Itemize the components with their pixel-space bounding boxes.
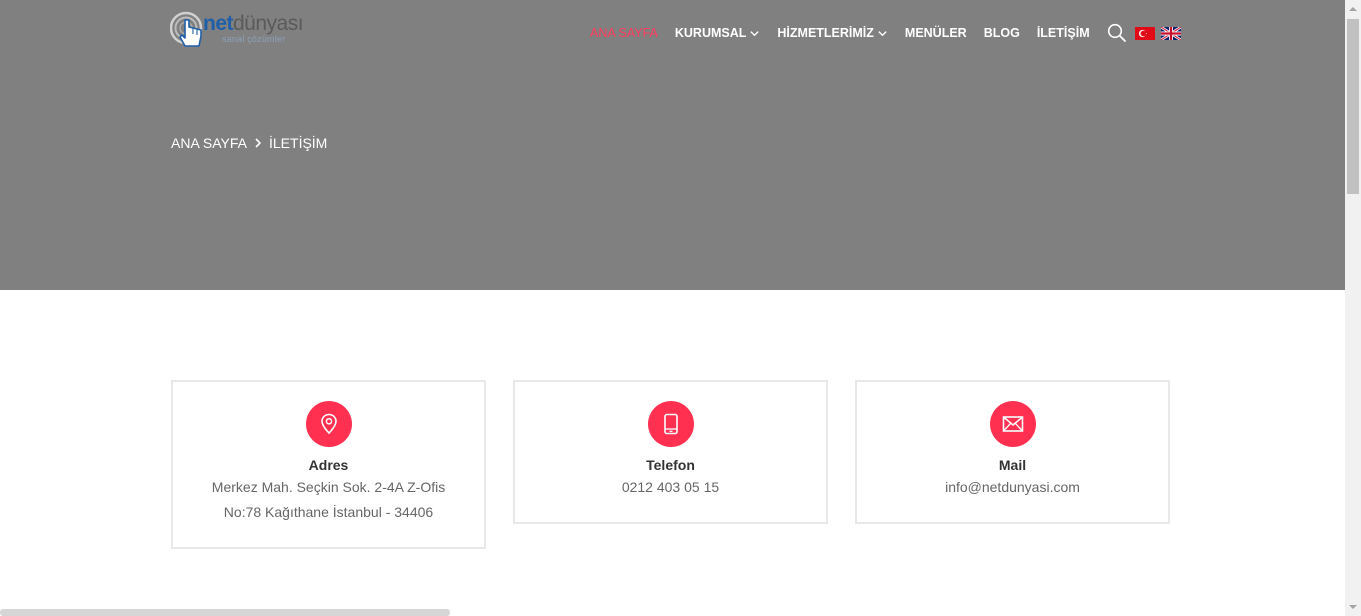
phone-number[interactable]: 0212 403 05 15 [515, 475, 826, 500]
nav-item-label: HİZMETLERİMİZ [777, 26, 874, 40]
page: netdünyası sanal çözümler ANA SAYFA KURU… [0, 0, 1361, 616]
address-line-1: Merkez Mah. Seçkin Sok. 2-4A Z-Ofis [211, 479, 446, 495]
mail-address[interactable]: info@netdunyasi.com [857, 475, 1168, 500]
envelope-icon [1002, 416, 1023, 432]
mail-title: Mail [998, 457, 1027, 473]
scrollbar-thumb[interactable] [1347, 19, 1359, 194]
nav-item-menuler[interactable]: MENÜLER [905, 26, 967, 40]
breadcrumb: ANA SAYFA İLETİŞİM [171, 135, 327, 151]
flag-uk-icon[interactable] [1160, 26, 1181, 40]
address-line-2: No:78 Kağıthane İstanbul - 34406 [223, 504, 434, 520]
mail-card: Mail info@netdunyasi.com [855, 380, 1170, 524]
breadcrumb-current: İLETİŞİM [269, 135, 328, 151]
nav-item-iletisim[interactable]: İLETİŞİM [1037, 26, 1090, 40]
logo-tagline: sanal çözümler [222, 34, 286, 44]
nav-item-label: KURUMSAL [674, 26, 747, 40]
mobile-phone-icon [663, 413, 678, 435]
nav-item-kurumsal[interactable]: KURUMSAL [675, 26, 761, 40]
map-pin-icon [320, 413, 337, 435]
logo-wordmark: netdünyası [203, 12, 304, 36]
logo-dunyasi: dünyası [233, 12, 304, 35]
nav-item-label: MENÜLER [904, 26, 967, 40]
chevron-right-icon [255, 138, 262, 148]
mail-icon-circle [989, 401, 1036, 447]
hero-banner: netdünyası sanal çözümler ANA SAYFA KURU… [0, 0, 1345, 290]
phone-card: Telefon 0212 403 05 15 [513, 380, 828, 524]
nav-item-label: BLOG [983, 26, 1020, 40]
nav-item-label: ANA SAYFA [590, 26, 658, 40]
breadcrumb-home-link[interactable]: ANA SAYFA [171, 135, 247, 151]
phone-title: Telefon [646, 457, 695, 473]
address-icon-circle [305, 401, 352, 447]
logo-net: net [203, 12, 234, 35]
scroll-up-arrow-icon[interactable] [1349, 5, 1357, 13]
logo[interactable]: netdünyası sanal çözümler [170, 8, 310, 58]
address-card: Adres Merkez Mah. Seçkin Sok. 2-4A Z-Ofi… [171, 380, 486, 549]
address-title: Adres [308, 457, 349, 473]
search-icon[interactable] [1107, 23, 1127, 43]
scroll-down-arrow-icon[interactable] [1349, 603, 1357, 611]
chevron-down-icon [750, 30, 760, 36]
flag-turkey-icon[interactable] [1134, 26, 1155, 40]
chevron-down-icon [878, 30, 887, 36]
nav-item-label: İLETİŞİM [1036, 26, 1090, 40]
phone-icon-circle [647, 401, 694, 447]
vertical-scrollbar[interactable] [1345, 0, 1361, 616]
horizontal-scrollbar[interactable] [0, 609, 450, 616]
nav-item-ana-sayfa[interactable]: ANA SAYFA [590, 26, 658, 40]
nav-item-hizmetlerimiz[interactable]: HİZMETLERİMİZ [777, 26, 888, 40]
nav-item-blog[interactable]: BLOG [984, 26, 1020, 40]
main-nav: ANA SAYFA KURUMSAL HİZMETLERİMİZ MENÜLER… [590, 23, 1187, 43]
